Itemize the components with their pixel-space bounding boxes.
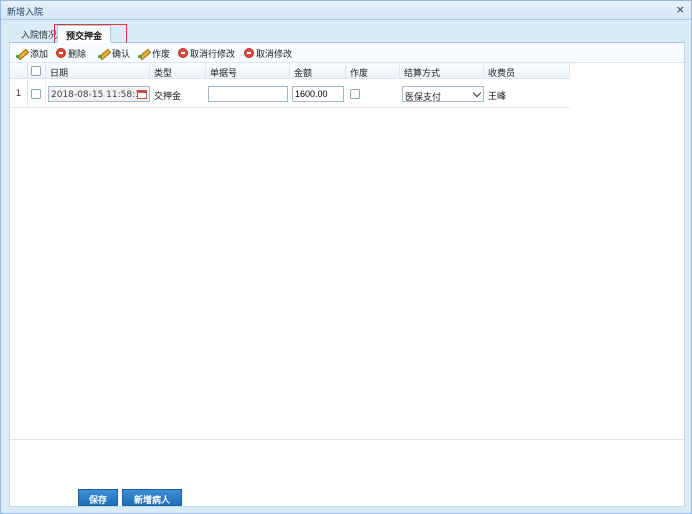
header-void[interactable]: 作废 [346, 63, 400, 79]
chevron-down-icon [472, 88, 482, 98]
void-label: 作废 [152, 49, 171, 60]
header-select-all [28, 63, 46, 79]
grid-header: 日期 类型 单据号 金额 作废 结算方式 收费员 [10, 63, 570, 79]
row-select-cell [28, 80, 46, 108]
deposit-panel: 添加 删除 确认 作废 取消行修改 取消修改 日期 类型 单据号 金额 作废 结… [9, 43, 685, 507]
type-value: 交押金 [154, 92, 182, 102]
cancel-row-edit-label: 取消行修改 [190, 49, 236, 60]
cancel-row-edit-button[interactable]: 取消行修改 [178, 46, 235, 60]
pencil-add-icon [16, 47, 28, 59]
cashier-value: 王峰 [488, 92, 507, 102]
toolbar: 添加 删除 确认 作废 取消行修改 取消修改 [10, 43, 684, 63]
add-label: 添加 [30, 49, 49, 60]
calendar-icon[interactable] [137, 90, 147, 99]
deposit-grid: 日期 类型 单据号 金额 作废 结算方式 收费员 1 2018-08-15 11… [10, 63, 684, 463]
payment-value: 医保支付 [405, 93, 442, 103]
dialog-window: 新增入院 × 入院情况 预交押金 添加 删除 确认 作废 取消行修改 取消修改 … [0, 0, 692, 514]
minus-circle-icon [244, 48, 254, 58]
minus-circle-icon [178, 48, 188, 58]
table-row[interactable]: 1 2018-08-15 11:58:39 交押金 医保支付 王峰 [10, 80, 570, 108]
amount-input[interactable] [292, 86, 344, 102]
close-icon[interactable]: × [676, 3, 685, 17]
void-button[interactable]: 作废 [138, 46, 170, 60]
header-rownum [10, 63, 28, 79]
pencil-confirm-icon [98, 47, 110, 59]
row-number: 1 [10, 80, 28, 108]
cancel-edit-button[interactable]: 取消修改 [244, 46, 292, 60]
minus-circle-icon [56, 48, 66, 58]
pencil-void-icon [138, 47, 150, 59]
date-field[interactable]: 2018-08-15 11:58:39 [48, 86, 150, 102]
header-date[interactable]: 日期 [46, 63, 150, 79]
cancel-edit-label: 取消修改 [256, 49, 293, 60]
title-bar: 新增入院 × [1, 1, 691, 20]
select-all-checkbox[interactable] [31, 66, 41, 76]
date-value: 2018-08-15 11:58:39 [51, 90, 147, 100]
save-button[interactable]: 保存 [78, 489, 118, 506]
add-button[interactable]: 添加 [16, 46, 48, 60]
doc-no-input[interactable] [208, 86, 288, 102]
header-type[interactable]: 类型 [150, 63, 206, 79]
void-checkbox[interactable] [350, 89, 360, 99]
header-payment[interactable]: 结算方式 [400, 63, 484, 79]
new-patient-button[interactable]: 新增病人 [122, 489, 182, 506]
tab-prepaid-deposit[interactable]: 预交押金 [57, 25, 112, 43]
delete-label: 删除 [68, 49, 87, 60]
delete-button[interactable]: 删除 [56, 46, 86, 60]
tab-bar: 入院情况 预交押金 [9, 23, 685, 45]
confirm-label: 确认 [112, 49, 131, 60]
row-checkbox[interactable] [31, 89, 41, 99]
header-doc-no[interactable]: 单据号 [206, 63, 290, 79]
header-amount[interactable]: 金额 [290, 63, 346, 79]
header-cashier[interactable]: 收费员 [484, 63, 570, 79]
grid-footer-divider [10, 439, 684, 440]
confirm-button[interactable]: 确认 [98, 46, 130, 60]
dialog-title: 新增入院 [7, 8, 44, 18]
payment-select[interactable]: 医保支付 [402, 86, 484, 103]
